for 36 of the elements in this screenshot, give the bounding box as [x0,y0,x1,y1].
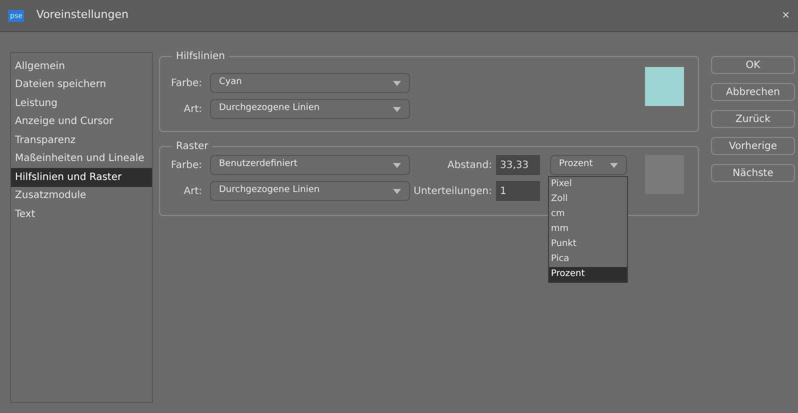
dropdown[interactable]: Durchgezogene Linien [210,99,410,119]
window-title: Voreinstellungen [36,7,130,24]
dropdown[interactable]: Prozent [550,155,627,175]
dialog-button[interactable]: Abbrechen [711,83,795,101]
dialog-button[interactable]: Zurück [711,110,795,128]
field-label: Unterteilungen: [412,184,492,198]
field-label: Farbe: [170,76,202,90]
menu-item[interactable]: Prozent [549,267,627,282]
sidebar-item[interactable]: Text [11,205,152,224]
sidebar-item[interactable]: Maßeinheiten und Lineale [11,150,152,168]
field-label: Art: [182,102,202,116]
field-label: Abstand: [446,158,492,172]
dropdown[interactable]: Benutzerdefiniert [210,155,410,175]
sidebar-item[interactable]: Hilfslinien und Raster [11,168,152,186]
menu-item[interactable]: Punkt [549,237,627,252]
menu-item[interactable]: cm [549,207,627,222]
sidebar-item[interactable]: Leistung [11,94,152,112]
menu-item[interactable]: Zoll [549,192,627,207]
menu-item[interactable]: Pica [549,252,627,267]
field-label: Farbe: [170,158,202,172]
field-label: Art: [182,184,202,198]
dialog-button[interactable]: Nächste [711,164,795,182]
sidebar-item[interactable]: Zusatzmodule [11,186,152,205]
input-field[interactable]: 33,33 [496,155,540,175]
dropdown[interactable]: Cyan [210,73,410,93]
menu-item[interactable]: mm [549,222,627,237]
menu-item[interactable]: Pixel [549,177,627,192]
sidebar-item[interactable]: Transparenz [11,131,152,150]
sidebar-item[interactable]: Anzeige und Cursor [11,112,152,131]
dialog-button[interactable]: Vorherige [711,137,795,155]
dialog-button[interactable]: OK [711,56,795,74]
input-field[interactable]: 1 [496,181,540,201]
dropdown[interactable]: Durchgezogene Linien [210,181,410,201]
sidebar-item[interactable]: Allgemein [11,57,152,76]
sidebar-item[interactable]: Dateien speichern [11,76,152,94]
close-button[interactable]: × [782,8,790,23]
